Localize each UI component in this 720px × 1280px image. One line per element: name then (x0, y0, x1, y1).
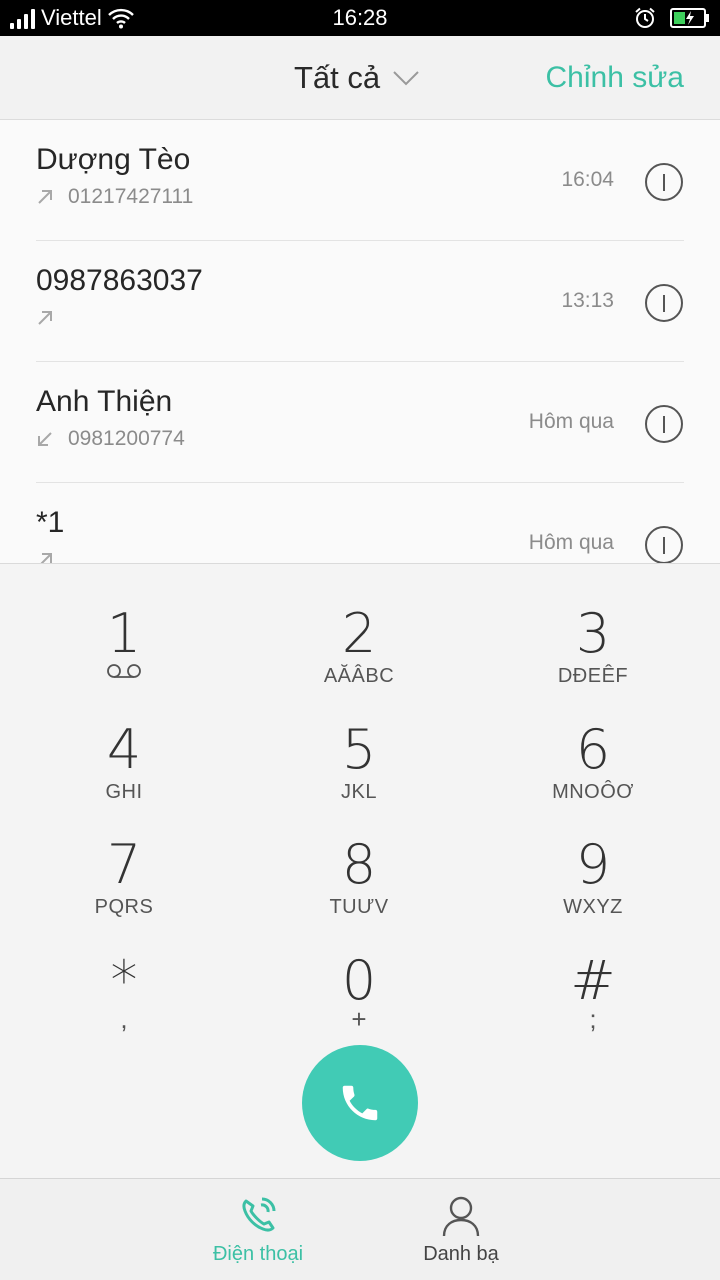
key-sub: + (351, 1004, 367, 1034)
call-time: Hôm qua (528, 531, 614, 554)
alarm-icon (635, 7, 655, 28)
key-letters: GHI (105, 781, 143, 803)
key-digit: 4 (106, 718, 142, 781)
key-digit: * (110, 949, 138, 1012)
call-time: Hôm qua (528, 410, 614, 433)
call-details (36, 547, 68, 563)
info-icon[interactable] (644, 525, 684, 563)
key-letters: MNOÔƠ (552, 781, 634, 803)
tab-label: Điện thoại (212, 1243, 304, 1265)
contact-name: *1 (36, 506, 65, 539)
dialpad-key-0[interactable]: 0 + (259, 946, 459, 1056)
call-log-row[interactable]: *1 Hôm qua (36, 483, 684, 563)
dialpad-key-4[interactable]: 4 GHI (24, 715, 224, 825)
call-log-row[interactable]: 0987863037 13:13 (36, 241, 684, 362)
phone-icon (342, 1085, 378, 1121)
key-digit: 8 (341, 833, 377, 896)
info-icon[interactable] (644, 283, 684, 323)
key-digit: 3 (575, 602, 611, 665)
dialpad-key-6[interactable]: 6 MNOÔƠ (493, 715, 693, 825)
incoming-call-icon (38, 432, 52, 446)
dialpad-key-3[interactable]: 3 DĐEÊF (493, 599, 693, 709)
bottom-nav: Điện thoại Danh bạ (0, 1178, 720, 1280)
filter-label: Tất cả (294, 60, 381, 95)
voicemail-icon (107, 664, 141, 678)
key-digit: # (570, 949, 616, 1012)
outgoing-call-icon (38, 311, 52, 325)
edit-button[interactable]: Chỉnh sửa (546, 36, 685, 120)
key-sub: ; (589, 1004, 597, 1034)
status-time: 16:28 (332, 5, 388, 30)
dialpad: 1 2 AĂÂBC 3 DĐEÊF 4 GHI 5 JKL 6 MNOÔƠ 7 … (0, 563, 720, 1178)
call-details: 01217427111 (36, 184, 193, 210)
key-sub: , (120, 1004, 128, 1034)
phone-number: 0981200774 (68, 427, 185, 450)
call-time: 13:13 (561, 289, 614, 312)
key-digit: 9 (575, 833, 611, 896)
call-details: 0981200774 (36, 426, 185, 452)
contact-name: Anh Thiện (36, 385, 173, 418)
tab-phone[interactable]: Điện thoại (178, 1179, 338, 1280)
key-digit: 1 (106, 602, 142, 665)
key-digit: 5 (341, 718, 377, 781)
phone-number: 01217427111 (68, 185, 194, 208)
filter-dropdown[interactable]: Tất cả (294, 36, 420, 120)
outgoing-call-icon (40, 553, 52, 563)
call-log-row[interactable]: Anh Thiện 0981200774 Hôm qua (36, 362, 684, 483)
key-digit: 7 (106, 833, 142, 896)
status-right (634, 0, 710, 36)
dialpad-key-5[interactable]: 5 JKL (259, 715, 459, 825)
dialpad-key-7[interactable]: 7 PQRS (24, 830, 224, 940)
key-digit: 0 (341, 949, 377, 1012)
dialpad-key-8[interactable]: 8 TUƯV (259, 830, 459, 940)
info-icon[interactable] (644, 162, 684, 202)
key-digit: 2 (341, 602, 377, 665)
dialpad-key-2[interactable]: 2 AĂÂBC (259, 599, 459, 709)
call-log-list[interactable]: Dượng Tèo 01217427111 16:04 0987863037 1… (0, 120, 720, 563)
key-letters: DĐEÊF (557, 665, 629, 687)
status-bar: Viettel 16:28 (0, 0, 720, 36)
call-details (36, 305, 68, 331)
outgoing-call-icon (38, 190, 52, 204)
call-log-header: Tất cả Chỉnh sửa (0, 36, 720, 120)
dialpad-key-hash[interactable]: # ; (493, 946, 693, 1056)
call-button[interactable] (302, 1045, 418, 1161)
key-letters: JKL (341, 781, 377, 803)
key-letters: AĂÂBC (323, 665, 395, 687)
tab-contacts[interactable]: Danh bạ (381, 1179, 541, 1280)
call-log-row[interactable]: Dượng Tèo 01217427111 16:04 (36, 120, 684, 241)
key-letters: TUƯV (329, 896, 389, 918)
dialpad-key-1[interactable]: 1 (24, 599, 224, 709)
tab-label: Danh bạ (423, 1243, 499, 1265)
dialpad-key-star[interactable]: * , (24, 946, 224, 1056)
phone-tab-icon (242, 1197, 276, 1232)
key-letters: WXYZ (563, 896, 623, 918)
dialpad-key-9[interactable]: 9 WXYZ (493, 830, 693, 940)
key-digit: 6 (575, 718, 611, 781)
chevron-down-icon (393, 71, 419, 86)
contact-name: Dượng Tèo (36, 143, 191, 176)
key-letters: PQRS (94, 896, 154, 918)
call-time: 16:04 (561, 168, 614, 191)
battery-icon (670, 8, 709, 28)
person-icon (442, 1196, 480, 1237)
contact-name: 0987863037 (36, 264, 203, 297)
info-icon[interactable] (644, 404, 684, 444)
